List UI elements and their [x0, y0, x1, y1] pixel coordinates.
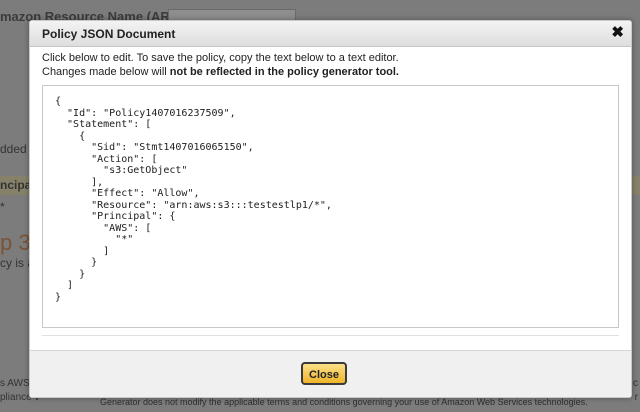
background-star-text: * [0, 200, 5, 214]
dialog-instructions: Click below to edit. To save the policy,… [42, 51, 399, 79]
background-right-c: c [633, 378, 638, 389]
policy-json-textarea[interactable]: { "Id": "Policy1407016237509", "Statemen… [42, 85, 619, 328]
background-footer-text: Generator does not modify the applicable… [100, 397, 588, 407]
close-icon[interactable]: ✖ [611, 24, 624, 42]
policy-json-dialog: Policy JSON Document ✖ Click below to ed… [29, 20, 632, 398]
instruction-line-1: Click below to edit. To save the policy,… [42, 52, 399, 64]
instruction-line-2: Changes made below will not be reflected… [42, 65, 399, 79]
dialog-divider [42, 335, 619, 336]
dialog-title: Policy JSON Document [42, 27, 176, 41]
dialog-button-bar: Close [30, 350, 631, 397]
close-button[interactable]: Close [301, 362, 347, 385]
background-aws-text: s AWS [0, 378, 30, 389]
dialog-titlebar: Policy JSON Document ✖ [30, 21, 631, 47]
instruction-line-2-prefix: Changes made below will [42, 66, 170, 78]
instruction-line-2-bold: not be reflected in the policy generator… [169, 66, 399, 78]
background-right-r: r [634, 392, 638, 403]
